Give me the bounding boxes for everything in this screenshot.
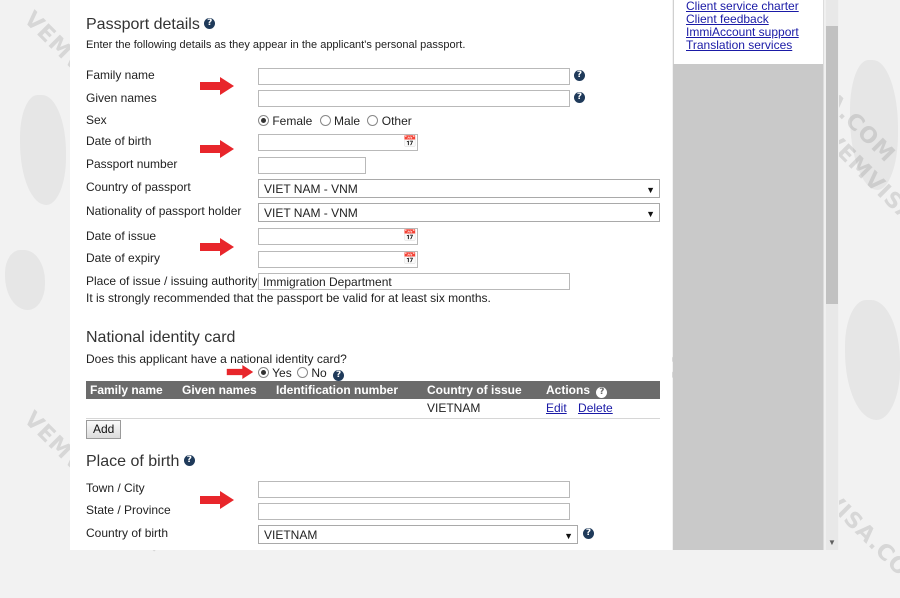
cell-country: VIETNAM [423, 399, 542, 419]
dropdown-arrow-icon: ▼ [564, 531, 573, 541]
red-arrow-icon [200, 77, 234, 95]
cell-given-names [178, 399, 272, 419]
sex-label: Sex [86, 113, 107, 127]
red-arrow-icon [200, 140, 234, 158]
national-id-yes-radio[interactable] [258, 367, 269, 378]
state-input[interactable] [258, 503, 570, 520]
national-id-no-radio[interactable] [297, 367, 309, 378]
national-id-section-title: National identity card [86, 329, 236, 346]
passport-intro: Enter the following details as they appe… [86, 39, 466, 51]
question-icon[interactable]: ? [596, 386, 608, 398]
question-icon[interactable]: ? [204, 18, 216, 29]
vertical-scrollbar[interactable]: ▼ [823, 0, 839, 550]
country-of-birth-label: Country of birth [86, 526, 169, 540]
sidebar: Client service charter Client feedback I… [673, 0, 823, 550]
cell-id-number [272, 399, 423, 419]
calendar-icon[interactable]: 📅 [403, 253, 417, 266]
column-header-actions: Actions ? [542, 381, 660, 399]
national-id-question: Does this applicant have a national iden… [86, 352, 347, 366]
column-header: Family name [86, 381, 178, 399]
given-names-input[interactable] [258, 90, 570, 107]
red-arrow-icon [226, 365, 254, 379]
family-name-input[interactable] [258, 68, 570, 85]
given-names-label: Given names [86, 91, 157, 105]
national-id-radio-group: Yes No ? [258, 366, 345, 381]
map-shape [850, 60, 898, 190]
country-of-birth-select[interactable]: VIETNAM ▼ [258, 525, 578, 544]
question-icon[interactable]: ? [583, 528, 594, 539]
edit-link[interactable]: Edit [546, 401, 567, 415]
map-shape [845, 300, 900, 420]
add-button[interactable]: Add [86, 420, 122, 439]
question-icon[interactable]: ? [574, 92, 585, 103]
passport-section-title: Passport details ? [86, 16, 216, 34]
sex-male-radio[interactable] [319, 115, 331, 126]
sex-radio-group: Female Male Other [258, 114, 412, 128]
passport-number-label: Passport number [86, 157, 178, 171]
birth-section-title: Place of birth ? [86, 453, 195, 471]
issuing-authority-input[interactable]: Immigration Department [258, 273, 570, 290]
state-label: State / Province [86, 503, 171, 517]
dob-label: Date of birth [86, 134, 152, 148]
family-name-label: Family name [86, 68, 155, 82]
nationality-label: Nationality of passport holder [86, 204, 242, 218]
sidebar-links: Client service charter Client feedback I… [673, 0, 823, 64]
passport-validity-note: It is strongly recommended that the pass… [86, 291, 491, 305]
red-arrow-icon [200, 491, 234, 509]
date-of-issue-input[interactable] [258, 228, 418, 245]
scroll-down-arrow-icon[interactable]: ▼ [827, 538, 837, 548]
nationality-select[interactable]: VIET NAM - VNM ▼ [258, 203, 660, 222]
table-row: VIETNAM Edit Delete [86, 399, 660, 419]
town-label: Town / City [86, 481, 145, 495]
form-panel: Passport details ? Enter the following d… [70, 0, 672, 550]
national-id-table: Family name Given names Identification n… [86, 381, 660, 419]
dropdown-arrow-icon: ▼ [646, 185, 655, 195]
dob-input[interactable] [258, 134, 418, 151]
dropdown-arrow-icon: ▼ [646, 209, 655, 219]
country-of-passport-select[interactable]: VIET NAM - VNM ▼ [258, 179, 660, 198]
sex-other-radio[interactable] [367, 115, 379, 126]
map-shape [5, 250, 45, 310]
sidebar-link-translation-services[interactable]: Translation services [686, 39, 823, 52]
scrollbar-thumb[interactable] [826, 26, 838, 304]
calendar-icon[interactable]: 📅 [403, 230, 417, 243]
date-of-expiry-input[interactable] [258, 251, 418, 268]
issuing-authority-label: Place of issue / issuing authority [86, 274, 258, 288]
delete-link[interactable]: Delete [578, 401, 613, 415]
date-of-expiry-label: Date of expiry [86, 251, 161, 265]
calendar-icon[interactable]: 📅 [403, 136, 417, 149]
date-of-issue-label: Date of issue [86, 229, 157, 243]
cell-family-name [86, 399, 178, 419]
cell-actions: Edit Delete [542, 399, 660, 419]
question-icon[interactable]: ? [183, 455, 195, 466]
question-icon[interactable]: ? [574, 70, 585, 81]
column-header: Given names [178, 381, 272, 399]
question-icon[interactable]: ? [333, 370, 345, 381]
map-shape [20, 95, 66, 205]
table-header-row: Family name Given names Identification n… [86, 381, 660, 399]
country-of-passport-label: Country of passport [86, 180, 191, 194]
sex-female-radio[interactable] [258, 115, 269, 126]
column-header: Identification number [272, 381, 423, 399]
passport-number-input[interactable] [258, 157, 366, 174]
red-arrow-icon [200, 238, 234, 256]
town-input[interactable] [258, 481, 570, 498]
column-header: Country of issue [423, 381, 542, 399]
